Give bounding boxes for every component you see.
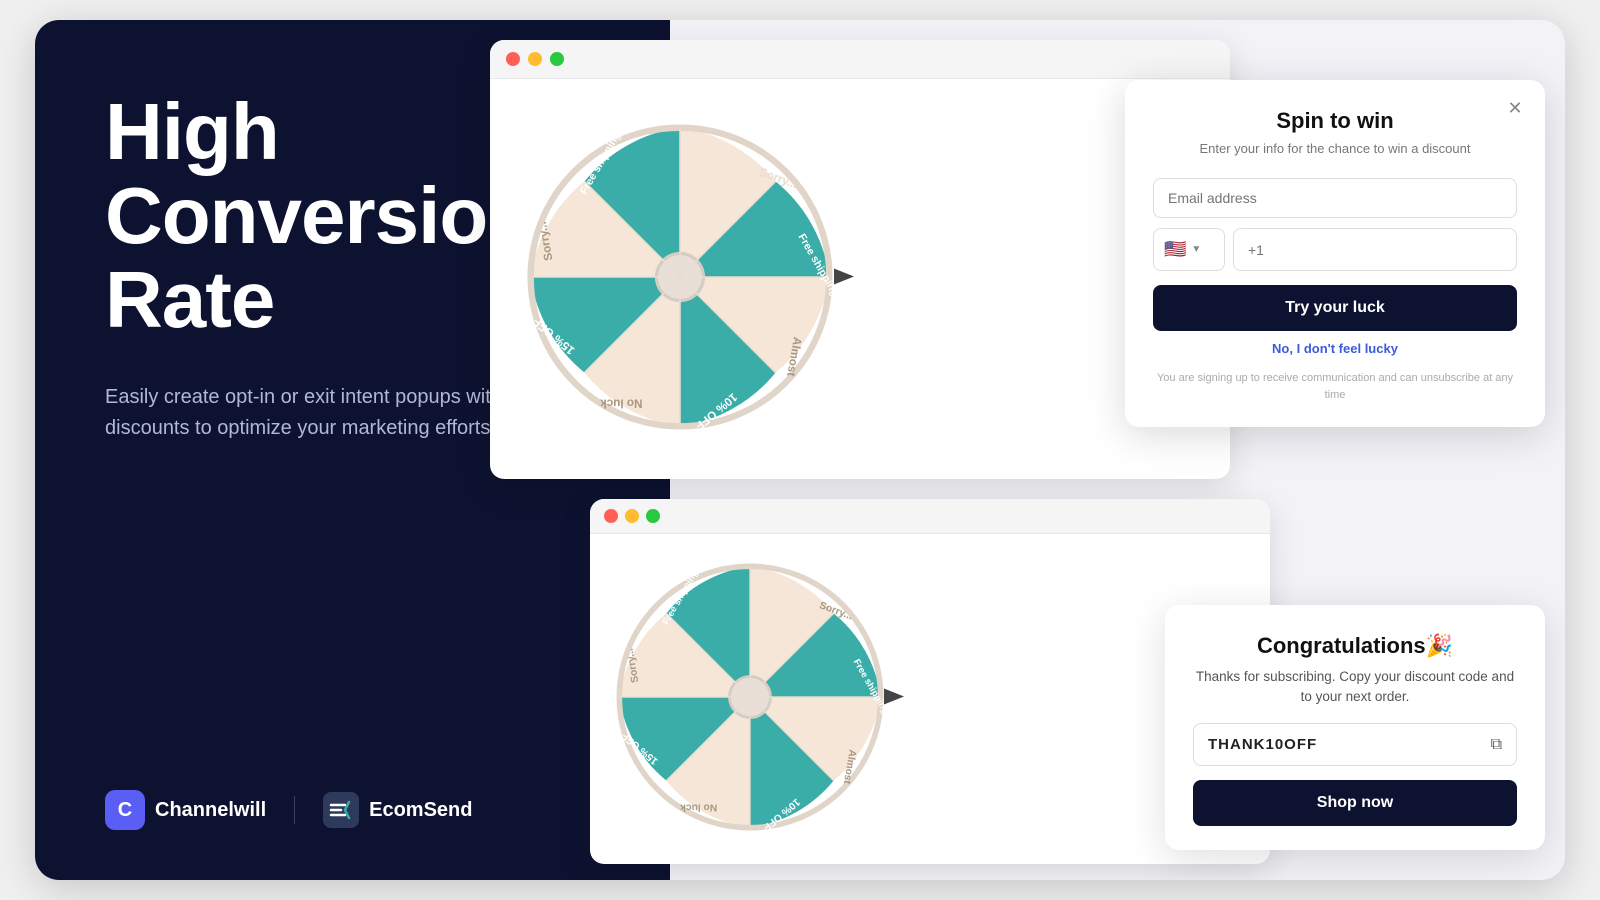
browser-bar-top xyxy=(490,40,1230,79)
discount-code-row: THANK10OFF ⧉ xyxy=(1193,723,1517,766)
copy-icon: ⧉ xyxy=(1491,736,1502,753)
ecomsend-logo xyxy=(323,792,359,828)
spin-to-win-popup: ✕ Spin to win Enter your info for the ch… xyxy=(1125,80,1545,427)
brand-channelwill: C Channelwill xyxy=(105,790,266,830)
dropdown-arrow: ▼ xyxy=(1191,244,1201,255)
svg-text:No luck: No luck xyxy=(600,396,643,409)
page-container: High Conversion Rate Easily create opt-i… xyxy=(35,20,1565,880)
wheel-svg-top: Sorry... Free shipping Almost 10% OFF No… xyxy=(520,117,840,437)
wheel-svg-bottom: Sorry... Free shipping Almost 10% OFF No… xyxy=(610,557,890,837)
shop-now-button[interactable]: Shop now xyxy=(1193,780,1517,826)
channelwill-logo: C xyxy=(105,790,145,830)
hero-subtitle: Easily create opt-in or exit intent popu… xyxy=(105,382,505,444)
dot-green-2 xyxy=(646,509,660,523)
right-panel: Sorry... Free shipping Almost 10% OFF No… xyxy=(670,20,1565,880)
browser-bar-bottom xyxy=(590,499,1270,534)
flag-emoji: 🇺🇸 xyxy=(1164,239,1186,260)
spin-popup-subtitle: Enter your info for the chance to win a … xyxy=(1153,140,1517,158)
congratulations-popup: Congratulations🎉 Thanks for subscribing.… xyxy=(1165,605,1545,851)
spin-popup-title: Spin to win xyxy=(1153,108,1517,134)
brand-ecomsend: EcomSend xyxy=(323,792,472,828)
dot-red xyxy=(506,52,520,66)
copy-button[interactable]: ⧉ xyxy=(1477,726,1516,764)
browser-window-top: Sorry... Free shipping Almost 10% OFF No… xyxy=(490,40,1230,479)
bottom-wheel-area: Sorry... Free shipping Almost 10% OFF No… xyxy=(590,534,910,864)
try-luck-button[interactable]: Try your luck xyxy=(1153,285,1517,331)
country-select[interactable]: 🇺🇸 ▼ xyxy=(1153,228,1225,271)
svg-text:No luck: No luck xyxy=(680,801,717,812)
dot-yellow-2 xyxy=(625,509,639,523)
congrats-text: Thanks for subscribing. Copy your discou… xyxy=(1193,667,1517,708)
dot-red-2 xyxy=(604,509,618,523)
brand-row: C Channelwill EcomSend xyxy=(105,790,600,830)
congrats-title: Congratulations🎉 xyxy=(1193,633,1517,659)
ecomsend-name: EcomSend xyxy=(369,799,472,822)
phone-input[interactable] xyxy=(1233,228,1517,271)
no-lucky-link[interactable]: No, I don't feel lucky xyxy=(1153,341,1517,356)
wheel-top: Sorry... Free shipping Almost 10% OFF No… xyxy=(520,117,840,442)
close-button[interactable]: ✕ xyxy=(1501,94,1529,122)
email-input[interactable] xyxy=(1153,178,1517,218)
browser-content-top: Sorry... Free shipping Almost 10% OFF No… xyxy=(490,79,1230,479)
brand-divider xyxy=(294,796,295,824)
wheel-arrow-top xyxy=(834,265,858,294)
disclaimer-text: You are signing up to receive communicat… xyxy=(1153,370,1517,403)
dot-green xyxy=(550,52,564,66)
wheel-bottom: Sorry... Free shipping Almost 10% OFF No… xyxy=(610,557,890,842)
wheel-arrow-bottom xyxy=(884,685,908,714)
discount-code: THANK10OFF xyxy=(1194,724,1477,765)
top-wheel-area: Sorry... Free shipping Almost 10% OFF No… xyxy=(490,79,860,479)
channelwill-name: Channelwill xyxy=(155,799,266,822)
phone-row: 🇺🇸 ▼ xyxy=(1153,228,1517,271)
dot-yellow xyxy=(528,52,542,66)
